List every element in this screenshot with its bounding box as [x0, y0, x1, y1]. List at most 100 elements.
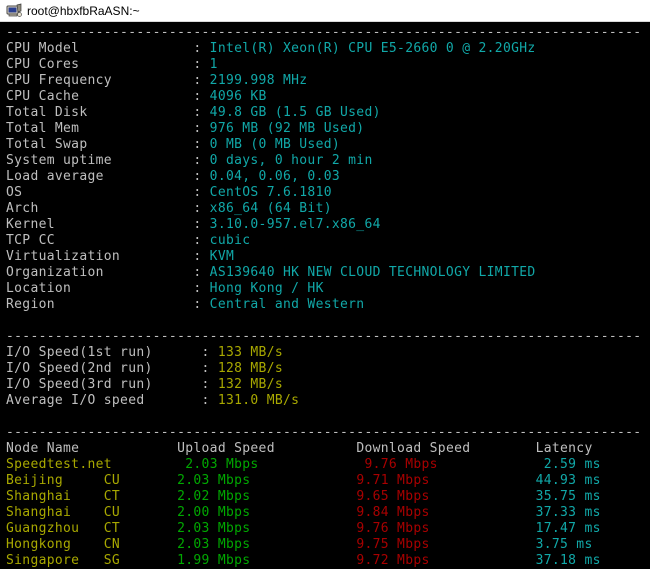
- io-speed-value: 131.0 MB/s: [218, 393, 299, 408]
- speedtest-download-speed: 9.65 Mbps: [356, 489, 535, 504]
- window-title: root@hbxfbRaASN:~: [27, 4, 140, 18]
- system-info-label: Location: [6, 281, 193, 296]
- system-info-value: x86_64 (64 Bit): [210, 201, 332, 216]
- separator-line-io: ----------------------------------------…: [6, 329, 650, 345]
- speedtest-download-speed: 9.75 Mbps: [356, 537, 535, 552]
- system-info-value: 49.8 GB (1.5 GB Used): [210, 105, 381, 120]
- system-info-row: Location : Hong Kong / HK: [6, 281, 650, 297]
- speedtest-rows: Speedtest.net 2.03 Mbps 9.76 Mbps 2.59 m…: [6, 457, 650, 569]
- speedtest-upload-speed: 2.03 Mbps: [185, 457, 364, 472]
- speedtest-upload-speed: 2.02 Mbps: [177, 489, 356, 504]
- speedtest-isp-code: SG: [104, 553, 177, 568]
- system-info-value: 3.10.0-957.el7.x86_64: [210, 217, 381, 232]
- speedtest-node-name: Beijing: [6, 473, 104, 488]
- window-titlebar[interactable]: root@hbxfbRaASN:~: [0, 0, 650, 22]
- system-info-row: Total Disk : 49.8 GB (1.5 GB Used): [6, 105, 650, 121]
- system-info-row: TCP CC : cubic: [6, 233, 650, 249]
- colon-separator: :: [193, 185, 209, 200]
- system-info-value: 2199.998 MHz: [210, 73, 308, 88]
- colon-separator: :: [193, 121, 209, 136]
- system-info-value: 0 days, 0 hour 2 min: [210, 153, 373, 168]
- system-info-value: 4096 KB: [210, 89, 267, 104]
- system-info-value: Hong Kong / HK: [210, 281, 324, 296]
- io-speed-row: I/O Speed(2nd run) : 128 MB/s: [6, 361, 650, 377]
- system-info-label: TCP CC: [6, 233, 193, 248]
- colon-separator: :: [193, 217, 209, 232]
- system-info-label: Total Mem: [6, 121, 193, 136]
- speedtest-row: Singapore SG 1.99 Mbps 9.72 Mbps 37.18 m…: [6, 553, 650, 569]
- speedtest-row: Shanghai CU 2.00 Mbps 9.84 Mbps 37.33 ms: [6, 505, 650, 521]
- colon-separator: :: [193, 73, 209, 88]
- io-speed-label: Average I/O speed: [6, 393, 202, 408]
- system-info-value: 976 MB (92 MB Used): [210, 121, 365, 136]
- speedtest-latency: 35.75 ms: [536, 489, 601, 504]
- speedtest-row: Shanghai CT 2.02 Mbps 9.65 Mbps 35.75 ms: [6, 489, 650, 505]
- speedtest-download-speed: 9.76 Mbps: [364, 457, 543, 472]
- colon-separator: :: [202, 361, 218, 376]
- speedtest-download-speed: 9.76 Mbps: [356, 521, 535, 536]
- colon-separator: :: [202, 377, 218, 392]
- spacer-row-1: [6, 313, 650, 329]
- system-info-row: Arch : x86_64 (64 Bit): [6, 201, 650, 217]
- system-info-label: CPU Cores: [6, 57, 193, 72]
- system-info-value: 1: [210, 57, 218, 72]
- speedtest-row: Hongkong CN 2.03 Mbps 9.75 Mbps 3.75 ms: [6, 537, 650, 553]
- speedtest-latency: 44.93 ms: [536, 473, 601, 488]
- system-info-row: Virtualization : KVM: [6, 249, 650, 265]
- colon-separator: :: [193, 105, 209, 120]
- colon-separator: :: [193, 137, 209, 152]
- system-info-label: OS: [6, 185, 193, 200]
- system-info-value: cubic: [210, 233, 251, 248]
- speedtest-upload-speed: 2.00 Mbps: [177, 505, 356, 520]
- io-speed-row: Average I/O speed : 131.0 MB/s: [6, 393, 650, 409]
- io-speed-value: 133 MB/s: [218, 345, 283, 360]
- system-info-value: CentOS 7.6.1810: [210, 185, 332, 200]
- speedtest-isp-code: CT: [104, 489, 177, 504]
- column-header-upload-speed: Upload Speed: [177, 441, 356, 456]
- speedtest-node-name: Guangzhou: [6, 521, 104, 536]
- system-info-value: Central and Western: [210, 297, 365, 312]
- speedtest-upload-speed: 2.03 Mbps: [177, 473, 356, 488]
- colon-separator: :: [193, 89, 209, 104]
- speedtest-isp-code: CN: [104, 537, 177, 552]
- colon-separator: :: [193, 153, 209, 168]
- system-info-row: CPU Model : Intel(R) Xeon(R) CPU E5-2660…: [6, 41, 650, 57]
- spacer-row-2: [6, 409, 650, 425]
- colon-separator: :: [193, 281, 209, 296]
- speedtest-row: Guangzhou CT 2.03 Mbps 9.76 Mbps 17.47 m…: [6, 521, 650, 537]
- system-info-label: Arch: [6, 201, 193, 216]
- colon-separator: :: [193, 233, 209, 248]
- system-info-label: Total Swap: [6, 137, 193, 152]
- speedtest-row: Beijing CU 2.03 Mbps 9.71 Mbps 44.93 ms: [6, 473, 650, 489]
- speedtest-latency: 17.47 ms: [536, 521, 601, 536]
- speedtest-latency: 3.75 ms: [536, 537, 593, 552]
- speedtest-isp-code: CU: [104, 505, 177, 520]
- system-info-value: 0 MB (0 MB Used): [210, 137, 340, 152]
- system-info-label: Kernel: [6, 217, 193, 232]
- colon-separator: :: [193, 57, 209, 72]
- speedtest-latency: 2.59 ms: [544, 457, 601, 472]
- colon-separator: :: [202, 393, 218, 408]
- system-info-row: Region : Central and Western: [6, 297, 650, 313]
- io-speed-value: 132 MB/s: [218, 377, 283, 392]
- speedtest-node-name: Shanghai: [6, 489, 104, 504]
- speedtest-isp-code: CU: [104, 473, 177, 488]
- system-info-label: Total Disk: [6, 105, 193, 120]
- column-header-download-speed: Download Speed: [356, 441, 535, 456]
- speedtest-isp-code: CT: [104, 521, 177, 536]
- system-info-label: Load average: [6, 169, 193, 184]
- io-speed-label: I/O Speed(2nd run): [6, 361, 202, 376]
- speedtest-download-speed: 9.84 Mbps: [356, 505, 535, 520]
- speedtest-node-name: Speedtest.net: [6, 457, 112, 472]
- speedtest-upload-speed: 2.03 Mbps: [177, 537, 356, 552]
- system-info-row: Load average : 0.04, 0.06, 0.03: [6, 169, 650, 185]
- terminal-output[interactable]: ----------------------------------------…: [0, 22, 650, 569]
- io-speed-row: I/O Speed(3rd run) : 132 MB/s: [6, 377, 650, 393]
- io-speed-row: I/O Speed(1st run) : 133 MB/s: [6, 345, 650, 361]
- column-header-node-name: Node Name: [6, 441, 177, 456]
- colon-separator: :: [193, 249, 209, 264]
- system-info-row: CPU Frequency : 2199.998 MHz: [6, 73, 650, 89]
- system-info-row: Organization : AS139640 HK NEW CLOUD TEC…: [6, 265, 650, 281]
- system-info-row: Kernel : 3.10.0-957.el7.x86_64: [6, 217, 650, 233]
- system-info-label: Organization: [6, 265, 193, 280]
